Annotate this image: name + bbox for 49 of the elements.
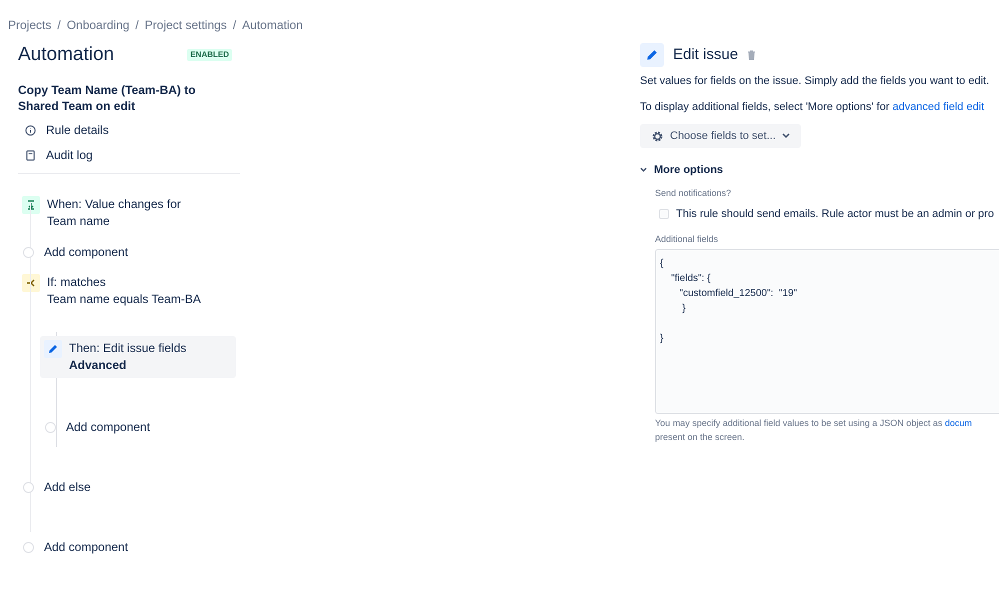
notification-checkbox[interactable] <box>659 209 669 220</box>
more-options-toggle[interactable]: More options <box>640 162 724 178</box>
page-title: Automation <box>18 43 114 67</box>
help-text: present on the screen. <box>655 430 746 444</box>
rule-component-card[interactable]: When: Value changes for Team name <box>18 192 236 234</box>
field-label: Send notifications? <box>655 186 732 200</box>
help-text: You may specify additional field values to be set using a JSON object as <box>655 418 944 428</box>
documentation-link[interactable]: docum <box>944 418 972 428</box>
component-title: Then: Edit issue fields <box>69 340 186 357</box>
breadcrumb-link[interactable]: Projects <box>8 16 52 34</box>
breadcrumb-separator: / <box>57 17 61 34</box>
rule-nav-link[interactable]: Rule details <box>46 121 109 139</box>
breadcrumb-link[interactable]: Automation <box>242 16 303 34</box>
json-input-field[interactable]: { "fields": { "customfield_12500": "19" } } <box>655 249 999 414</box>
rule-component-card[interactable]: Then: Edit issue fields Advanced <box>40 336 236 378</box>
panel-description: Set values for fields on the issue. Simply add the fields you want to edit. <box>640 74 990 89</box>
component-subtitle: Advanced <box>69 357 128 374</box>
add-component-link[interactable]: Add component <box>44 538 128 556</box>
breadcrumb-separator: / <box>135 17 139 34</box>
add-component-link[interactable]: Add else <box>44 478 91 496</box>
breadcrumb-link[interactable]: Onboarding <box>66 16 130 34</box>
rule-name: Copy Team Name (Team-BA) to Shared Team on edit <box>18 82 197 114</box>
breadcrumb-link[interactable]: Project settings <box>144 16 227 34</box>
pencil-icon <box>646 49 658 61</box>
status-lozenge: ENABLED <box>187 49 232 61</box>
document-icon <box>25 150 36 160</box>
rule-component-card[interactable]: If: matches Team name equals Team-BA <box>18 270 236 312</box>
rule-nav-link[interactable]: Audit log <box>46 146 93 164</box>
component-subtitle: Team name equals Team-BA <box>47 291 201 308</box>
chevron-icon <box>640 167 647 174</box>
add-component-link[interactable]: Add component <box>44 243 128 261</box>
chevron-down-icon <box>782 133 790 139</box>
panel-title: Edit issue <box>673 44 738 65</box>
field-label: Additional fields <box>655 232 720 246</box>
component-title: When: Value changes for <box>47 196 181 213</box>
info-icon <box>25 124 36 136</box>
hint-text: To display additional fields, select 'More options' for <box>640 100 890 112</box>
breadcrumb-separator: / <box>232 17 236 34</box>
branch-icon <box>26 278 36 288</box>
choose-fields-button[interactable]: Choose fields to set... <box>640 124 801 148</box>
pencil-icon <box>48 344 58 354</box>
component-subtitle: Team name <box>47 213 111 230</box>
checkbox-label: This rule should send emails. Rule actor must be an admin or pro <box>676 207 994 222</box>
advanced-field-link[interactable]: advanced field edit <box>892 100 984 112</box>
gear-icon <box>651 130 664 142</box>
add-component-link[interactable]: Add component <box>66 418 150 436</box>
trash-icon[interactable] <box>747 50 756 60</box>
arrow-down-to-line-icon <box>26 200 36 210</box>
component-title: If: matches <box>47 274 107 291</box>
